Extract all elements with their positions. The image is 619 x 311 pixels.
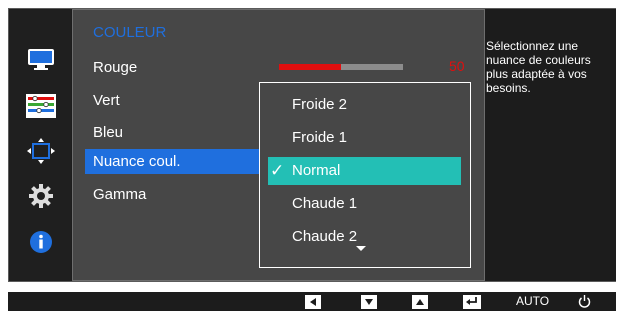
color-menu-panel: COULEUR Rouge Vert Bleu Nuance coul. Gam… bbox=[72, 9, 485, 281]
auto-button[interactable]: AUTO bbox=[516, 294, 549, 309]
auto-label: AUTO bbox=[516, 294, 550, 308]
menu-item-label: Bleu bbox=[93, 124, 124, 141]
setup-icon[interactable] bbox=[24, 181, 58, 211]
scroll-down-icon[interactable] bbox=[356, 246, 366, 251]
checkmark-icon: ✓ bbox=[270, 161, 285, 180]
picture-icon[interactable] bbox=[24, 45, 58, 75]
control-bar: AUTO bbox=[8, 292, 616, 311]
tint-dropdown[interactable]: Froide 2 Froide 1 ✓ Normal Chaude 1 Chau… bbox=[259, 82, 471, 268]
menu-title: COULEUR bbox=[93, 24, 167, 41]
up-arrow-icon bbox=[416, 298, 424, 305]
option-froide-1[interactable]: Froide 1 bbox=[268, 124, 461, 152]
menu-item-label: Vert bbox=[93, 92, 120, 109]
up-button[interactable] bbox=[412, 294, 428, 309]
down-arrow-icon bbox=[365, 298, 373, 305]
option-label: Froide 2 bbox=[292, 96, 348, 113]
power-icon bbox=[578, 295, 591, 308]
option-label: Chaude 2 bbox=[292, 228, 358, 245]
red-slider[interactable] bbox=[279, 64, 403, 70]
down-button[interactable] bbox=[361, 294, 377, 309]
menu-item-vert[interactable]: Vert bbox=[85, 88, 281, 113]
help-panel: Sélectionnez une nuance de couleurs plus… bbox=[486, 9, 616, 281]
option-label: Normal bbox=[292, 162, 341, 179]
power-button[interactable] bbox=[578, 294, 591, 309]
option-normal[interactable]: ✓ Normal bbox=[268, 157, 461, 185]
left-button[interactable] bbox=[305, 294, 321, 309]
menu-item-label: Rouge bbox=[93, 59, 138, 76]
size-position-icon[interactable] bbox=[24, 136, 58, 166]
left-arrow-icon bbox=[310, 297, 316, 306]
help-text: Sélectionnez une nuance de couleurs plus… bbox=[486, 39, 591, 95]
option-froide-2[interactable]: Froide 2 bbox=[268, 91, 461, 119]
option-chaude-1[interactable]: Chaude 1 bbox=[268, 190, 461, 218]
menu-item-nuance-coul[interactable]: Nuance coul. bbox=[85, 149, 281, 174]
menu-item-label: Gamma bbox=[93, 186, 147, 203]
menu-item-bleu[interactable]: Bleu bbox=[85, 120, 281, 145]
option-label: Chaude 1 bbox=[292, 195, 358, 212]
color-settings-icon[interactable] bbox=[24, 91, 58, 121]
red-slider-value: 50 bbox=[449, 58, 465, 74]
option-label: Froide 1 bbox=[292, 129, 348, 146]
menu-item-label: Nuance coul. bbox=[93, 153, 181, 170]
menu-icon-bar bbox=[9, 9, 71, 281]
menu-item-gamma[interactable]: Gamma bbox=[85, 182, 281, 207]
menu-item-rouge[interactable]: Rouge bbox=[85, 55, 281, 80]
enter-icon bbox=[466, 297, 477, 305]
enter-button[interactable] bbox=[463, 294, 481, 309]
red-slider-fill bbox=[279, 64, 341, 70]
information-icon[interactable] bbox=[24, 227, 58, 257]
